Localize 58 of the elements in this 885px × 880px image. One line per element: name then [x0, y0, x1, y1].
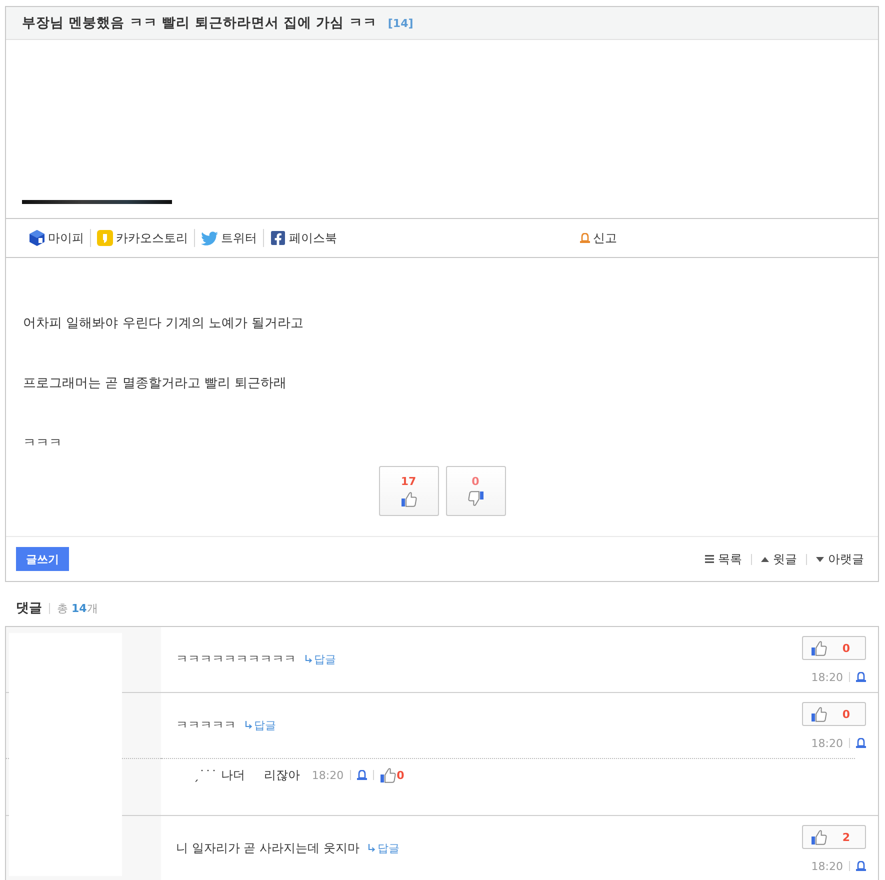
- share-link[interactable]: 트위터: [201, 230, 257, 246]
- reply-link[interactable]: 답글: [245, 718, 276, 732]
- cube-icon: [29, 230, 45, 246]
- like-button[interactable]: 0: [802, 702, 866, 726]
- body-text: 어차피 일해봐야 우린다 기계의 노예가 될거라고: [23, 315, 305, 333]
- report-button[interactable]: [356, 770, 367, 780]
- reply-time: 18:20: [312, 768, 344, 782]
- comment-text: 니 일자리가 곧 사라지는데 웃지마: [176, 840, 360, 856]
- thumbs-up-icon: [811, 640, 827, 656]
- write-button[interactable]: 글쓰기: [16, 547, 69, 571]
- body-text: 프로그래머는 곧 멸종할거라고 빨리 퇴근하래: [23, 375, 288, 393]
- thumbs-up-icon: [380, 767, 396, 783]
- reply-link[interactable]: 답글: [368, 840, 400, 856]
- comment-text: ㅋㅋㅋㅋㅋ: [176, 716, 236, 734]
- comment-time: 18:20: [811, 736, 843, 750]
- post-title: 부장님 멘붕했음 ㅋㅋ 빨리 퇴근하라면서 집에 가심 ㅋㅋ: [22, 14, 377, 32]
- comment-time: 18:20: [811, 670, 843, 684]
- comment-total: 총 14개: [57, 600, 98, 616]
- share-link[interactable]: 페이스북: [270, 230, 337, 246]
- comment-text: ㅋㅋㅋㅋㅋㅋㅋㅋㅋㅋ: [176, 650, 296, 668]
- thumbs-up-icon: [400, 491, 416, 507]
- facebook-icon: [270, 230, 286, 246]
- reply-arrow-icon: [245, 721, 253, 729]
- comment-time: 18:20: [811, 860, 843, 872]
- thumbs-up-icon: [811, 706, 827, 722]
- nav-button[interactable]: 윗글: [761, 550, 797, 568]
- thumbs-down-icon: [468, 491, 484, 507]
- thumbs-up-icon: [811, 829, 827, 845]
- like-button[interactable]: 0: [380, 767, 404, 783]
- reply-link[interactable]: 답글: [305, 652, 336, 666]
- share-link[interactable]: 마이피: [29, 230, 84, 246]
- reply-arrow-icon: [305, 655, 313, 663]
- nav-button[interactable]: 아랫글: [816, 550, 864, 568]
- siren-icon: [856, 861, 866, 871]
- bird-icon: [201, 230, 218, 246]
- like-button[interactable]: 2: [802, 825, 866, 849]
- siren-icon: [856, 738, 866, 748]
- siren-icon: [856, 672, 866, 682]
- like-button[interactable]: 0: [802, 636, 866, 660]
- reply-arrow-icon: [368, 844, 376, 852]
- comment-count: [14]: [388, 16, 414, 30]
- report-button[interactable]: [856, 861, 866, 871]
- dislike-button[interactable]: 0: [446, 466, 506, 516]
- siren-icon: [580, 233, 590, 243]
- comments-title: 댓글: [16, 600, 42, 617]
- list-icon: [705, 555, 714, 563]
- up-triangle-icon: [761, 556, 769, 562]
- nav-button[interactable]: 목록: [705, 550, 742, 568]
- report-button[interactable]: [856, 738, 866, 748]
- siren-icon: [356, 770, 367, 780]
- share-link[interactable]: 카카오스토리: [97, 230, 188, 246]
- quote-tile-icon: [97, 230, 113, 246]
- reply-text: ˏ˙˙˙ 나더 리잖아: [193, 766, 300, 784]
- report-button[interactable]: [856, 672, 866, 682]
- down-triangle-icon: [816, 556, 824, 562]
- like-button[interactable]: 17: [378, 466, 438, 516]
- body-text: ㅋㅋㅋ: [23, 435, 63, 453]
- report-link[interactable]: 신고: [580, 230, 617, 246]
